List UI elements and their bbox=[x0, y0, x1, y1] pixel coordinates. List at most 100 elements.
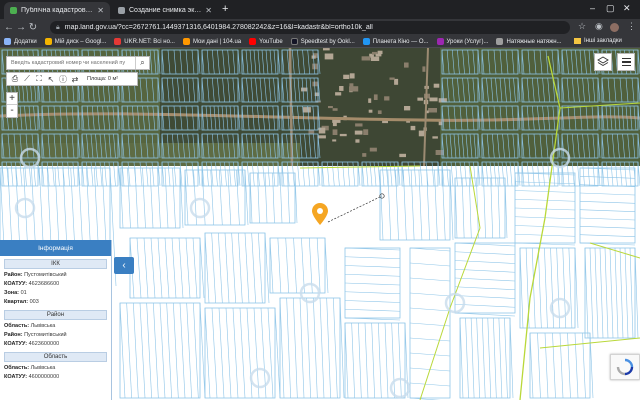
maximize-icon[interactable]: ▢ bbox=[606, 3, 615, 14]
parcel-edge bbox=[559, 332, 564, 399]
close-tab-icon[interactable]: ✕ bbox=[97, 6, 104, 15]
tab-title: Публічна кадастрова карта У bbox=[21, 7, 93, 14]
section-heading[interactable]: Район bbox=[4, 310, 107, 320]
forward-icon[interactable]: → bbox=[15, 22, 27, 33]
parcel-edge bbox=[619, 247, 624, 339]
section-heading[interactable]: Область bbox=[4, 352, 107, 362]
parcel-edge bbox=[239, 307, 246, 399]
parcel-edge bbox=[333, 297, 338, 399]
address-bar[interactable]: 🔒︎ map.land.gov.ua/?cc=2672761.144937131… bbox=[50, 21, 570, 34]
parcel-edge bbox=[136, 237, 142, 299]
parcel-edge bbox=[410, 169, 415, 241]
parcel-edge bbox=[579, 201, 636, 204]
parcel-edge bbox=[238, 232, 243, 304]
rooftop bbox=[369, 147, 377, 152]
parcel-edge bbox=[531, 247, 536, 329]
bookmark-drive[interactable]: Мій диск – Googl... bbox=[44, 38, 106, 45]
bookmark-lessons[interactable]: Уроки (Услуг)... bbox=[436, 38, 488, 45]
parcel-edge bbox=[339, 297, 345, 399]
parcel-edge bbox=[159, 302, 166, 399]
measure-area-icon[interactable]: ⛶ bbox=[33, 74, 45, 85]
avatar[interactable] bbox=[610, 23, 619, 32]
location-pin-icon[interactable] bbox=[312, 203, 328, 225]
page-icon bbox=[496, 38, 504, 45]
apps-icon bbox=[4, 38, 11, 45]
other-bookmarks[interactable]: Інші закладки bbox=[574, 38, 622, 44]
measure-distance-icon[interactable]: ⟋ bbox=[21, 74, 33, 85]
bookmark-planeta-kino[interactable]: Планета Кіно — О... bbox=[362, 38, 429, 45]
bookmarks-bar: Додатки Мій диск – Googl... UKR.NET: Всі… bbox=[0, 36, 640, 48]
star-icon[interactable]: ☆ bbox=[578, 21, 586, 32]
parcel-edge bbox=[224, 232, 230, 304]
bookmark-youtube[interactable]: YouTube bbox=[249, 38, 283, 45]
bookmark-apps[interactable]: Додатки bbox=[4, 38, 37, 45]
bookmark-104ua[interactable]: Мои дані | 104.ua bbox=[182, 38, 241, 45]
parcel-edge bbox=[568, 247, 573, 329]
menu-button[interactable] bbox=[617, 53, 635, 71]
watermark-emblem bbox=[389, 377, 411, 399]
swap-layers-icon[interactable]: ⇄ bbox=[69, 74, 81, 85]
tab-cadastral-map[interactable]: Публічна кадастрова карта У ✕ bbox=[4, 2, 110, 19]
rooftop bbox=[317, 135, 326, 139]
bookmark-speedtest[interactable]: Speedtest by Ookl... bbox=[290, 38, 355, 45]
bookmark-ukrnet[interactable]: UKR.NET: Всі но... bbox=[114, 38, 175, 45]
parcel-edge bbox=[192, 237, 198, 299]
satellite-field bbox=[0, 143, 300, 166]
parcel-edge bbox=[509, 317, 514, 399]
parcel-edge bbox=[519, 247, 524, 329]
info-row: Район: Пустомитівський bbox=[4, 272, 67, 278]
search-input[interactable] bbox=[7, 60, 135, 66]
parcel-edge bbox=[211, 232, 216, 304]
print-icon[interactable]: ⎙ bbox=[9, 74, 21, 85]
info-query-icon[interactable]: ⓘ bbox=[57, 74, 69, 85]
layers-button[interactable] bbox=[594, 53, 612, 71]
back-icon[interactable]: ← bbox=[3, 22, 15, 33]
parcel-edge bbox=[426, 169, 430, 241]
rooftop bbox=[363, 129, 369, 135]
rooftop bbox=[428, 108, 437, 113]
info-row: Район: Пустомитівський bbox=[4, 332, 67, 338]
parcel-edge bbox=[409, 337, 451, 342]
parcel-edge bbox=[614, 247, 619, 339]
parcel-edge bbox=[468, 177, 472, 239]
close-tab-icon[interactable]: ✕ bbox=[205, 6, 212, 15]
reload-icon[interactable]: ↻ bbox=[27, 22, 39, 33]
new-tab-button[interactable]: + bbox=[222, 3, 228, 15]
menu-dots-icon[interactable]: ⋮ bbox=[627, 21, 636, 32]
parcel-edge bbox=[514, 198, 576, 202]
rooftop bbox=[332, 139, 337, 142]
parcel-edge bbox=[142, 167, 146, 229]
parcel-edge bbox=[454, 312, 516, 317]
parcel-edge bbox=[199, 237, 205, 299]
parcel-edge bbox=[218, 232, 223, 304]
rooftop bbox=[404, 106, 411, 111]
parcel-edge bbox=[133, 302, 139, 399]
cadastral-search: ⌕ bbox=[6, 56, 150, 70]
select-pointer-icon[interactable]: ↖ bbox=[45, 74, 57, 85]
tab-screenshot[interactable]: Создание снимка экрана на ✕ bbox=[112, 2, 218, 19]
ukrnet-icon bbox=[114, 38, 122, 45]
extension-icon[interactable]: ◉ bbox=[595, 21, 603, 32]
parcel-edge bbox=[244, 169, 249, 226]
parcel-edge bbox=[544, 247, 548, 329]
parcel-edge bbox=[150, 237, 156, 299]
parcel-edge bbox=[404, 322, 409, 399]
parcel-edge bbox=[579, 217, 636, 221]
rooftop bbox=[373, 94, 378, 100]
rooftop bbox=[382, 120, 388, 124]
parcel-edge bbox=[293, 237, 297, 294]
minimize-icon[interactable]: – bbox=[590, 3, 595, 13]
parcel-edge bbox=[225, 307, 232, 399]
parcel-edge bbox=[594, 247, 599, 339]
search-button[interactable]: ⌕ bbox=[135, 57, 149, 69]
zoom-in-button[interactable]: + bbox=[7, 93, 17, 105]
collapse-panel-button[interactable]: ‹ bbox=[114, 257, 134, 274]
close-window-icon[interactable]: ✕ bbox=[623, 3, 631, 14]
rooftop bbox=[349, 73, 355, 79]
parcel-edge bbox=[403, 169, 407, 241]
parcel-edge bbox=[589, 247, 594, 339]
section-heading[interactable]: ІКК bbox=[4, 259, 107, 269]
parcel-edge bbox=[487, 317, 492, 399]
bookmark-ceilings[interactable]: Натяжные натяжн... bbox=[496, 38, 562, 45]
zoom-out-button[interactable]: - bbox=[7, 105, 17, 117]
